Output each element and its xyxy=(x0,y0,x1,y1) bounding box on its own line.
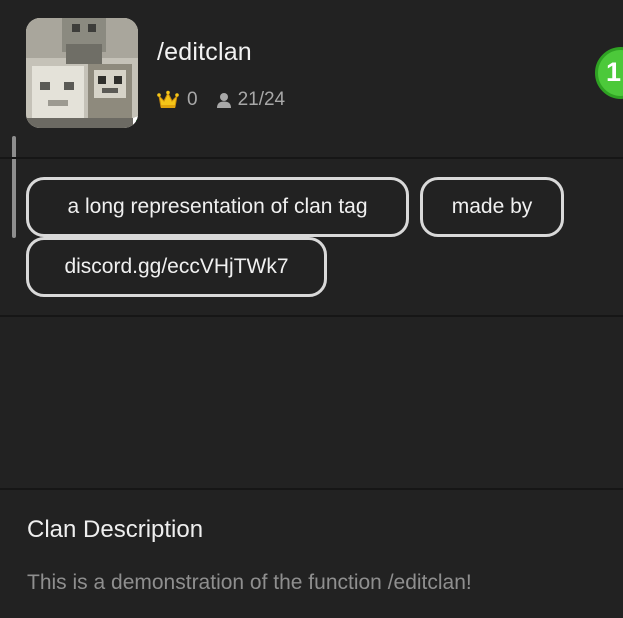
clan-name: /editclan xyxy=(157,38,252,66)
crown-icon xyxy=(157,90,179,108)
crown-count: 0 xyxy=(187,89,198,110)
tag-chip-made-by[interactable]: made by xyxy=(420,177,564,237)
scroll-handle[interactable] xyxy=(12,136,16,238)
member-count: 21/24 xyxy=(237,89,286,110)
avatar-image xyxy=(26,18,138,128)
tag-chip-discord[interactable]: discord.gg/eccVHjTWk7 xyxy=(26,237,327,297)
clan-avatar[interactable] xyxy=(26,18,138,128)
member-icon xyxy=(216,93,231,108)
description-title: Clan Description xyxy=(27,516,204,543)
verified-shield-icon xyxy=(133,116,138,128)
tags-divider xyxy=(0,315,623,317)
header-divider xyxy=(0,157,623,159)
notification-badge[interactable]: 1 xyxy=(595,47,623,99)
clan-header: /editclan 0 21/24 1 xyxy=(0,0,623,158)
clan-screen: /editclan 0 21/24 1 a long representatio… xyxy=(0,0,623,618)
notification-count: 1 xyxy=(606,57,622,87)
clan-stats: 0 21/24 xyxy=(157,89,285,111)
tag-chip-clan-tag[interactable]: a long representation of clan tag xyxy=(26,177,409,237)
description-text: This is a demonstration of the function … xyxy=(27,571,472,594)
description-divider xyxy=(0,488,623,490)
